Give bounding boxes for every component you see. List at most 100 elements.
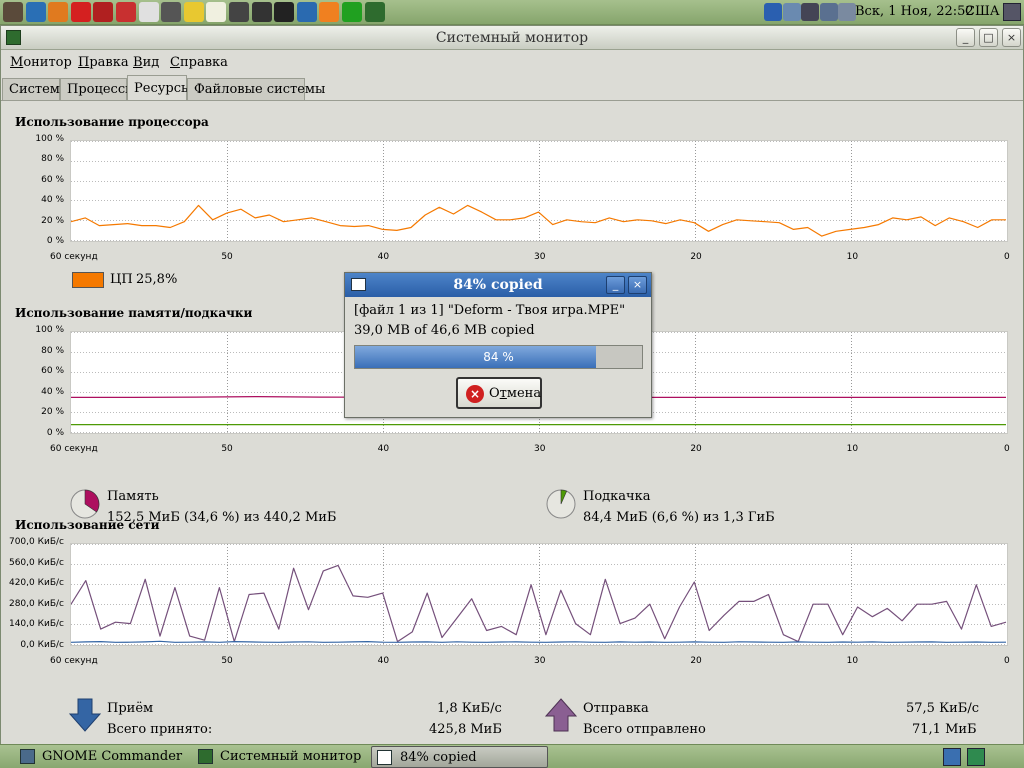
network-section-title: Использование сети: [15, 518, 160, 532]
y-tick-label: 80 %: [41, 154, 64, 165]
x-tick-label: 30: [534, 252, 546, 262]
system-monitor-icon: [198, 749, 213, 764]
system-monitor-icon[interactable]: [364, 2, 385, 22]
send-label: Отправка: [583, 701, 649, 716]
dialog-titlebar[interactable]: 84% copied _ ×: [345, 273, 651, 297]
tab-filesystems[interactable]: Файловые системы: [187, 78, 325, 100]
close-button[interactable]: ×: [1002, 28, 1021, 47]
tab-processes[interactable]: Процессы: [60, 78, 135, 100]
cpu-series-line: [70, 204, 1006, 237]
receive-label: Приём: [107, 701, 154, 716]
firefox-icon[interactable]: [48, 2, 69, 22]
calculator-icon[interactable]: [161, 2, 182, 22]
x-tick-label: 30: [534, 656, 546, 666]
x-tick-label: 60 секунд: [50, 656, 98, 666]
keyboard-layout-indicator[interactable]: США: [965, 4, 1000, 19]
send-total-label: Всего отправлено: [583, 722, 706, 737]
window-title: Системный монитор: [435, 30, 589, 46]
task-gnome-commander[interactable]: GNOME Commander: [20, 746, 190, 768]
memory-label: Память: [107, 489, 159, 504]
tab-resources[interactable]: Ресурсы: [127, 75, 191, 101]
x-tick-label: 40: [377, 444, 390, 454]
x-tick-label: 20: [690, 252, 702, 262]
x-tick-label: 0: [1004, 444, 1010, 454]
y-tick-label: 60 %: [41, 174, 64, 185]
send-arrow-icon[interactable]: [545, 698, 577, 732]
bluetooth-icon[interactable]: [764, 3, 782, 21]
folder-icon[interactable]: [183, 2, 204, 22]
x-tick-label: 10: [846, 656, 859, 666]
cpu-color-swatch[interactable]: [72, 272, 104, 288]
gimp-icon[interactable]: [3, 2, 23, 22]
dialog-window-icon: [377, 750, 392, 765]
task-system-monitor[interactable]: Системный монитор: [198, 746, 368, 768]
receive-total-label: Всего принято:: [107, 722, 213, 737]
movie-player-icon[interactable]: [116, 2, 136, 22]
x-tick-label: 20: [690, 444, 702, 454]
cancel-icon: ×: [466, 385, 484, 403]
window-titlebar[interactable]: Системный монитор _ □ ×: [1, 26, 1023, 50]
display-icon[interactable]: [819, 3, 838, 21]
x-tick-label: 30: [534, 444, 546, 454]
user-icon[interactable]: [801, 3, 820, 21]
copy-file-info: [файл 1 из 1] "Deform - Твоя игра.MPE": [354, 303, 626, 318]
menu-view[interactable]: Вид: [133, 55, 159, 70]
dialog-close-button[interactable]: ×: [628, 276, 647, 294]
network-chart: [70, 544, 1007, 645]
tab-bar: Система Процессы Ресурсы Файловые систем…: [1, 75, 1023, 101]
camera-icon[interactable]: [229, 2, 249, 22]
gnome-commander-icon[interactable]: [93, 2, 114, 22]
file-manager-icon[interactable]: [138, 2, 159, 22]
network-icon[interactable]: [782, 3, 801, 21]
copy-progress-dialog: 84% copied _ × [файл 1 из 1] "Deform - Т…: [344, 272, 652, 418]
cpu-section-title: Использование процессора: [15, 115, 209, 129]
x-tick-label: 50: [221, 656, 233, 666]
swap-pie-icon[interactable]: [545, 488, 577, 520]
receive-arrow-icon[interactable]: [69, 698, 101, 732]
x-tick-label: 0: [1004, 252, 1010, 262]
y-tick-label: 20 %: [41, 215, 64, 226]
y-tick-label: 0,0 КиБ/с: [20, 640, 64, 650]
y-tick-label: 140,0 КиБ/с: [8, 619, 64, 630]
y-tick-label: 100 %: [35, 325, 64, 335]
y-tick-label: 100 %: [35, 134, 64, 144]
bottom-taskbar: GNOME Commander Системный монитор 84% co…: [0, 744, 1024, 768]
menu-edit[interactable]: Правка: [78, 55, 129, 70]
menu-monitor[interactable]: Монитор: [10, 55, 72, 70]
vlc-icon[interactable]: [319, 2, 340, 22]
gnome-commander-icon: [20, 749, 35, 764]
cancel-button[interactable]: × Отмена: [456, 377, 542, 409]
x-tick-label: 60 секунд: [50, 444, 98, 454]
send-series-line: [70, 564, 1007, 643]
task-copy-dialog[interactable]: 84% copied: [371, 746, 548, 768]
x-tick-label: 10: [846, 252, 859, 262]
opera-icon[interactable]: [70, 2, 91, 22]
browser-icon[interactable]: [25, 2, 46, 22]
show-desktop-icon[interactable]: [1003, 3, 1021, 21]
send-rate: 57,5 КиБ/с: [906, 701, 980, 716]
receive-series-line: [70, 640, 1007, 643]
y-tick-label: 280,0 КиБ/с: [8, 598, 64, 609]
terminal-icon[interactable]: [274, 2, 295, 22]
dialog-minimize-button[interactable]: _: [606, 276, 625, 294]
media-player-icon[interactable]: [342, 2, 362, 22]
memory-pie-icon[interactable]: [69, 488, 101, 520]
clock[interactable]: Вск, 1 Ноя, 22:52: [855, 4, 974, 19]
maximize-button[interactable]: □: [979, 28, 998, 47]
trash-icon[interactable]: [967, 748, 985, 766]
email-icon[interactable]: [296, 2, 317, 22]
y-tick-label: 0 %: [46, 236, 64, 246]
y-tick-label: 80 %: [41, 345, 64, 356]
y-tick-label: 560,0 КиБ/с: [8, 557, 64, 568]
workspace-switcher-icon[interactable]: [943, 748, 961, 766]
menu-bar: Монитор Правка Вид Справка: [1, 50, 1023, 76]
menu-help[interactable]: Справка: [170, 55, 228, 70]
text-editor-icon[interactable]: [206, 2, 227, 22]
cancel-button-label: Отмена: [489, 386, 542, 401]
cpu-legend-value: 25,8%: [136, 272, 178, 287]
volume-icon[interactable]: [838, 3, 857, 21]
joystick-icon[interactable]: [251, 2, 272, 22]
tab-system[interactable]: Система: [2, 78, 68, 100]
copy-progress-bar: 84 %: [354, 345, 643, 369]
minimize-button[interactable]: _: [956, 28, 975, 47]
